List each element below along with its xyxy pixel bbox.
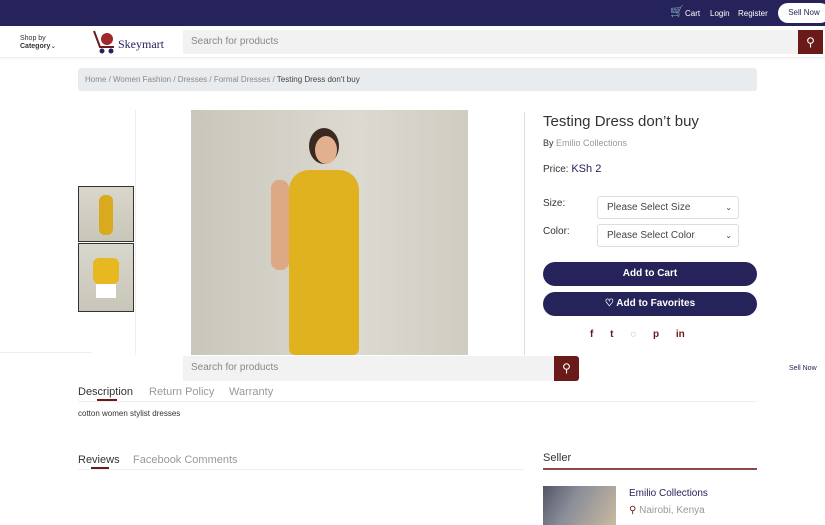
- register-link[interactable]: Register: [738, 9, 768, 18]
- by-label: By: [543, 138, 554, 148]
- chevron-down-icon: ⌄: [725, 203, 732, 212]
- sticky-sell-now[interactable]: Sell Now: [789, 365, 817, 372]
- breadcrumb-dresses[interactable]: Dresses: [178, 75, 207, 84]
- top-bar: 🛒 Cart Login Register Sell Now: [0, 0, 825, 26]
- sticky-search-button[interactable]: ⚲: [554, 356, 579, 381]
- tab-warranty[interactable]: Warranty: [229, 386, 273, 398]
- thumbnail-1[interactable]: [78, 186, 134, 242]
- tab-reviews[interactable]: Reviews: [78, 454, 120, 466]
- breadcrumb-home[interactable]: Home: [85, 75, 106, 84]
- price-value: KSh 2: [571, 163, 602, 175]
- logo-text: Skeymart: [118, 37, 164, 51]
- description-text: cotton women stylist dresses: [78, 409, 181, 418]
- login-link[interactable]: Login: [710, 9, 730, 18]
- color-select[interactable]: Please Select Color ⌄: [597, 224, 739, 247]
- seller-image: [543, 486, 616, 525]
- tab-description[interactable]: Description: [78, 386, 133, 398]
- breadcrumb-women-fashion[interactable]: Women Fashion: [113, 75, 171, 84]
- color-select-value: Please Select Color: [607, 230, 695, 241]
- sticky-search-input[interactable]: Search for products: [183, 356, 555, 381]
- search-icon: ⚲: [806, 35, 815, 49]
- divider: [0, 352, 92, 353]
- divider: [78, 401, 757, 402]
- location-pin-icon: ⚲: [629, 505, 637, 516]
- cart-icon[interactable]: 🛒: [670, 5, 684, 18]
- tab-facebook-comments[interactable]: Facebook Comments: [133, 454, 238, 466]
- search-button[interactable]: ⚲: [798, 30, 823, 54]
- shop-by-label: Shop by: [20, 35, 46, 42]
- product-title: Testing Dress don’t buy: [543, 113, 699, 130]
- add-to-cart-button[interactable]: Add to Cart: [543, 262, 757, 286]
- thumbnail-2[interactable]: [78, 243, 134, 312]
- twitter-icon[interactable]: t: [610, 329, 613, 340]
- linkedin-icon[interactable]: in: [676, 329, 685, 340]
- pinterest-icon[interactable]: p: [653, 329, 659, 340]
- divider: [524, 112, 525, 355]
- add-to-favorites-button[interactable]: ♡ Add to Favorites: [543, 292, 757, 316]
- breadcrumb-formal-dresses[interactable]: Formal Dresses: [214, 75, 270, 84]
- search-input[interactable]: Search for products: [183, 30, 798, 54]
- size-label: Size:: [543, 198, 566, 209]
- seller-location: Nairobi, Kenya: [639, 505, 705, 516]
- chevron-down-icon: ⌄: [725, 231, 732, 240]
- cart-link[interactable]: Cart: [685, 9, 700, 18]
- breadcrumb: Home / Women Fashion / Dresses / Formal …: [78, 68, 757, 91]
- product-image[interactable]: [191, 110, 468, 355]
- tab-return-policy[interactable]: Return Policy: [149, 386, 214, 398]
- breadcrumb-current: Testing Dress don't buy: [276, 75, 360, 84]
- divider: [543, 468, 757, 470]
- header: Shop by Category⌄ Skeymart Search for pr…: [0, 26, 825, 58]
- heart-icon: ♡: [604, 298, 614, 309]
- seller-heading: Seller: [543, 452, 572, 464]
- seller-name[interactable]: Emilio Collections: [629, 488, 708, 499]
- whatsapp-icon[interactable]: ◌: [630, 329, 636, 340]
- chevron-down-icon: ⌄: [50, 43, 57, 50]
- size-select[interactable]: Please Select Size ⌄: [597, 196, 739, 219]
- logo-icon: [92, 29, 118, 55]
- category-label: Category: [20, 43, 51, 50]
- divider: [135, 110, 136, 355]
- divider: [78, 469, 524, 470]
- price-label: Price:: [543, 164, 569, 175]
- shop-by-category[interactable]: Shop by Category⌄: [20, 35, 56, 51]
- add-to-favorites-label: Add to Favorites: [616, 298, 696, 309]
- facebook-icon[interactable]: f: [590, 329, 593, 340]
- sell-now-button[interactable]: Sell Now: [778, 3, 825, 23]
- seller-link[interactable]: Emilio Collections: [556, 138, 627, 148]
- color-label: Color:: [543, 226, 570, 237]
- search-icon: ⚲: [562, 361, 571, 375]
- size-select-value: Please Select Size: [607, 202, 691, 213]
